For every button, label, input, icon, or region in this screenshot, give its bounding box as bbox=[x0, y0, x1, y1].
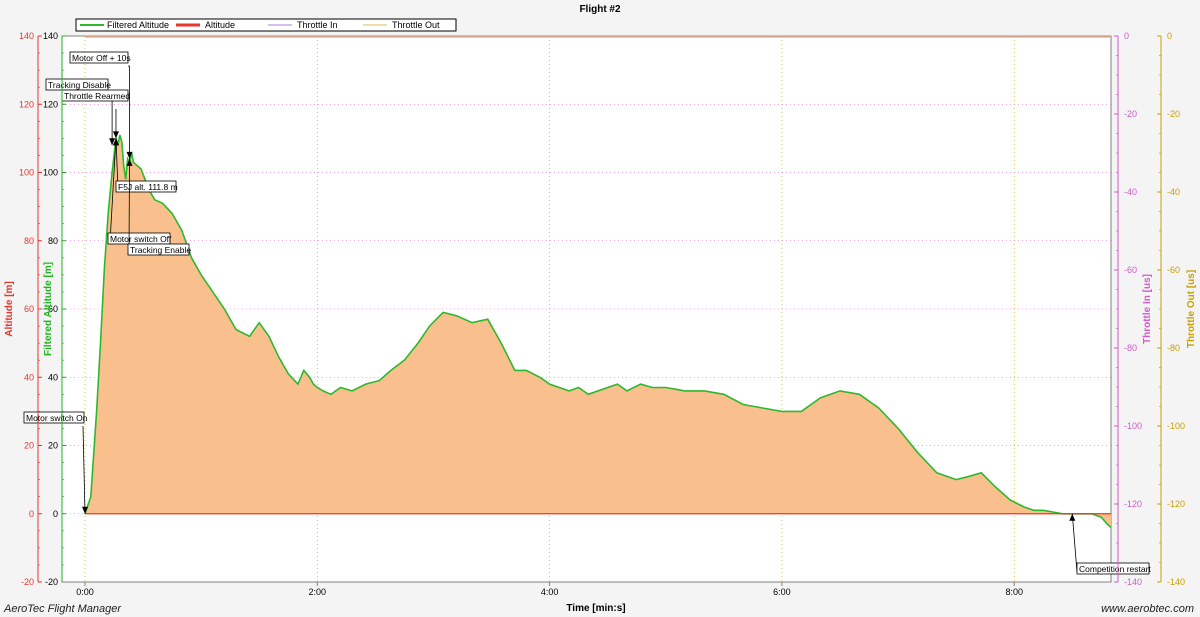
y-tick-label: 0 bbox=[1167, 31, 1172, 41]
x-axis-title: Time [min:s] bbox=[566, 603, 625, 614]
annotation-label: Motor Off + 10s bbox=[72, 53, 131, 63]
y-axis-title-throttle-in: Throttle In [us] bbox=[1142, 274, 1153, 344]
y-tick-label: -120 bbox=[1124, 499, 1142, 509]
y-axis-throttle-in: 0 -20 -40 -60 -80 -100 -120 -140 bbox=[1114, 31, 1142, 587]
annotation-label: Tracking Disable bbox=[48, 80, 111, 90]
y-tick-label: -80 bbox=[1167, 343, 1180, 353]
legend-label-filtered-altitude: Filtered Altitude bbox=[107, 20, 169, 30]
y-axis-title-altitude: Altitude [m] bbox=[4, 281, 15, 337]
y-tick-label: -120 bbox=[1167, 499, 1185, 509]
annotation-label: Competition restart bbox=[1079, 564, 1151, 574]
y-tick-label: 100 bbox=[19, 168, 34, 178]
x-tick-label: 8:00 bbox=[1005, 587, 1023, 597]
chart-title: Flight #2 bbox=[579, 4, 621, 15]
y-tick-label: 0 bbox=[29, 509, 34, 519]
y-tick-label: 60 bbox=[24, 304, 34, 314]
legend: Filtered Altitude Altitude Throttle In T… bbox=[75, 18, 457, 32]
y-tick-label: -20 bbox=[21, 577, 34, 587]
annotation-label: Motor switch On bbox=[26, 413, 88, 423]
website-label: www.aerobtec.com bbox=[1101, 603, 1194, 615]
y-tick-label: 80 bbox=[24, 236, 34, 246]
legend-label-altitude: Altitude bbox=[205, 20, 235, 30]
y-tick-label: 20 bbox=[48, 441, 58, 451]
y-tick-label: 40 bbox=[24, 372, 34, 382]
annotation-pointer bbox=[128, 158, 130, 254]
annotation-label: Tracking Enable bbox=[130, 245, 191, 255]
legend-label-throttle-out: Throttle Out bbox=[392, 20, 440, 30]
y-tick-label: 80 bbox=[48, 236, 58, 246]
y-tick-label: -80 bbox=[1124, 343, 1137, 353]
x-tick-label: 4:00 bbox=[541, 587, 559, 597]
y-tick-label: 100 bbox=[43, 168, 58, 178]
annotation-label: Motor switch Off bbox=[110, 234, 172, 244]
y-tick-label: 20 bbox=[24, 441, 34, 451]
brand-label: AeroTec Flight Manager bbox=[4, 603, 121, 615]
y-tick-label: -140 bbox=[1124, 577, 1142, 587]
x-tick-label: 0:00 bbox=[76, 587, 94, 597]
y-tick-label: -140 bbox=[1167, 577, 1185, 587]
annotation-label: F5J alt. 111.8 m bbox=[118, 182, 178, 192]
x-tick-label: 6:00 bbox=[773, 587, 791, 597]
y-tick-label: -20 bbox=[1124, 109, 1137, 119]
y-tick-label: -20 bbox=[1167, 109, 1180, 119]
y-tick-label: 0 bbox=[1124, 31, 1129, 41]
y-axis-title-filtered-altitude: Filtered Altitude [m] bbox=[43, 262, 54, 356]
y-tick-label: 40 bbox=[48, 372, 58, 382]
flight-chart: Flight #2 Filtered Altitude Altitude Thr… bbox=[4, 4, 1197, 614]
y-axis-throttle-out: 0 -20 -40 -60 -80 -100 -120 -140 bbox=[1157, 31, 1185, 587]
y-axis-title-throttle-out: Throttle Out [us] bbox=[1186, 270, 1197, 348]
annotation-label: Throttle Rearmed bbox=[64, 91, 130, 101]
y-tick-label: 140 bbox=[19, 31, 34, 41]
x-tick-label: 2:00 bbox=[309, 587, 327, 597]
x-axis: 0:00 2:00 4:00 6:00 8:00 bbox=[62, 581, 1111, 597]
y-tick-label: -60 bbox=[1124, 265, 1137, 275]
y-tick-label: 140 bbox=[43, 31, 58, 41]
y-tick-label: 120 bbox=[19, 99, 34, 109]
y-tick-label: -40 bbox=[1167, 187, 1180, 197]
legend-label-throttle-in: Throttle In bbox=[297, 20, 338, 30]
y-tick-label: -100 bbox=[1167, 421, 1185, 431]
y-tick-label: -60 bbox=[1167, 265, 1180, 275]
y-tick-label: -40 bbox=[1124, 187, 1137, 197]
y-axis-altitude: -20 0 20 40 60 80 100 120 140 bbox=[19, 31, 42, 587]
y-tick-label: 120 bbox=[43, 99, 58, 109]
y-tick-label: 0 bbox=[53, 509, 58, 519]
y-tick-label: -20 bbox=[45, 577, 58, 587]
y-tick-label: -100 bbox=[1124, 421, 1142, 431]
